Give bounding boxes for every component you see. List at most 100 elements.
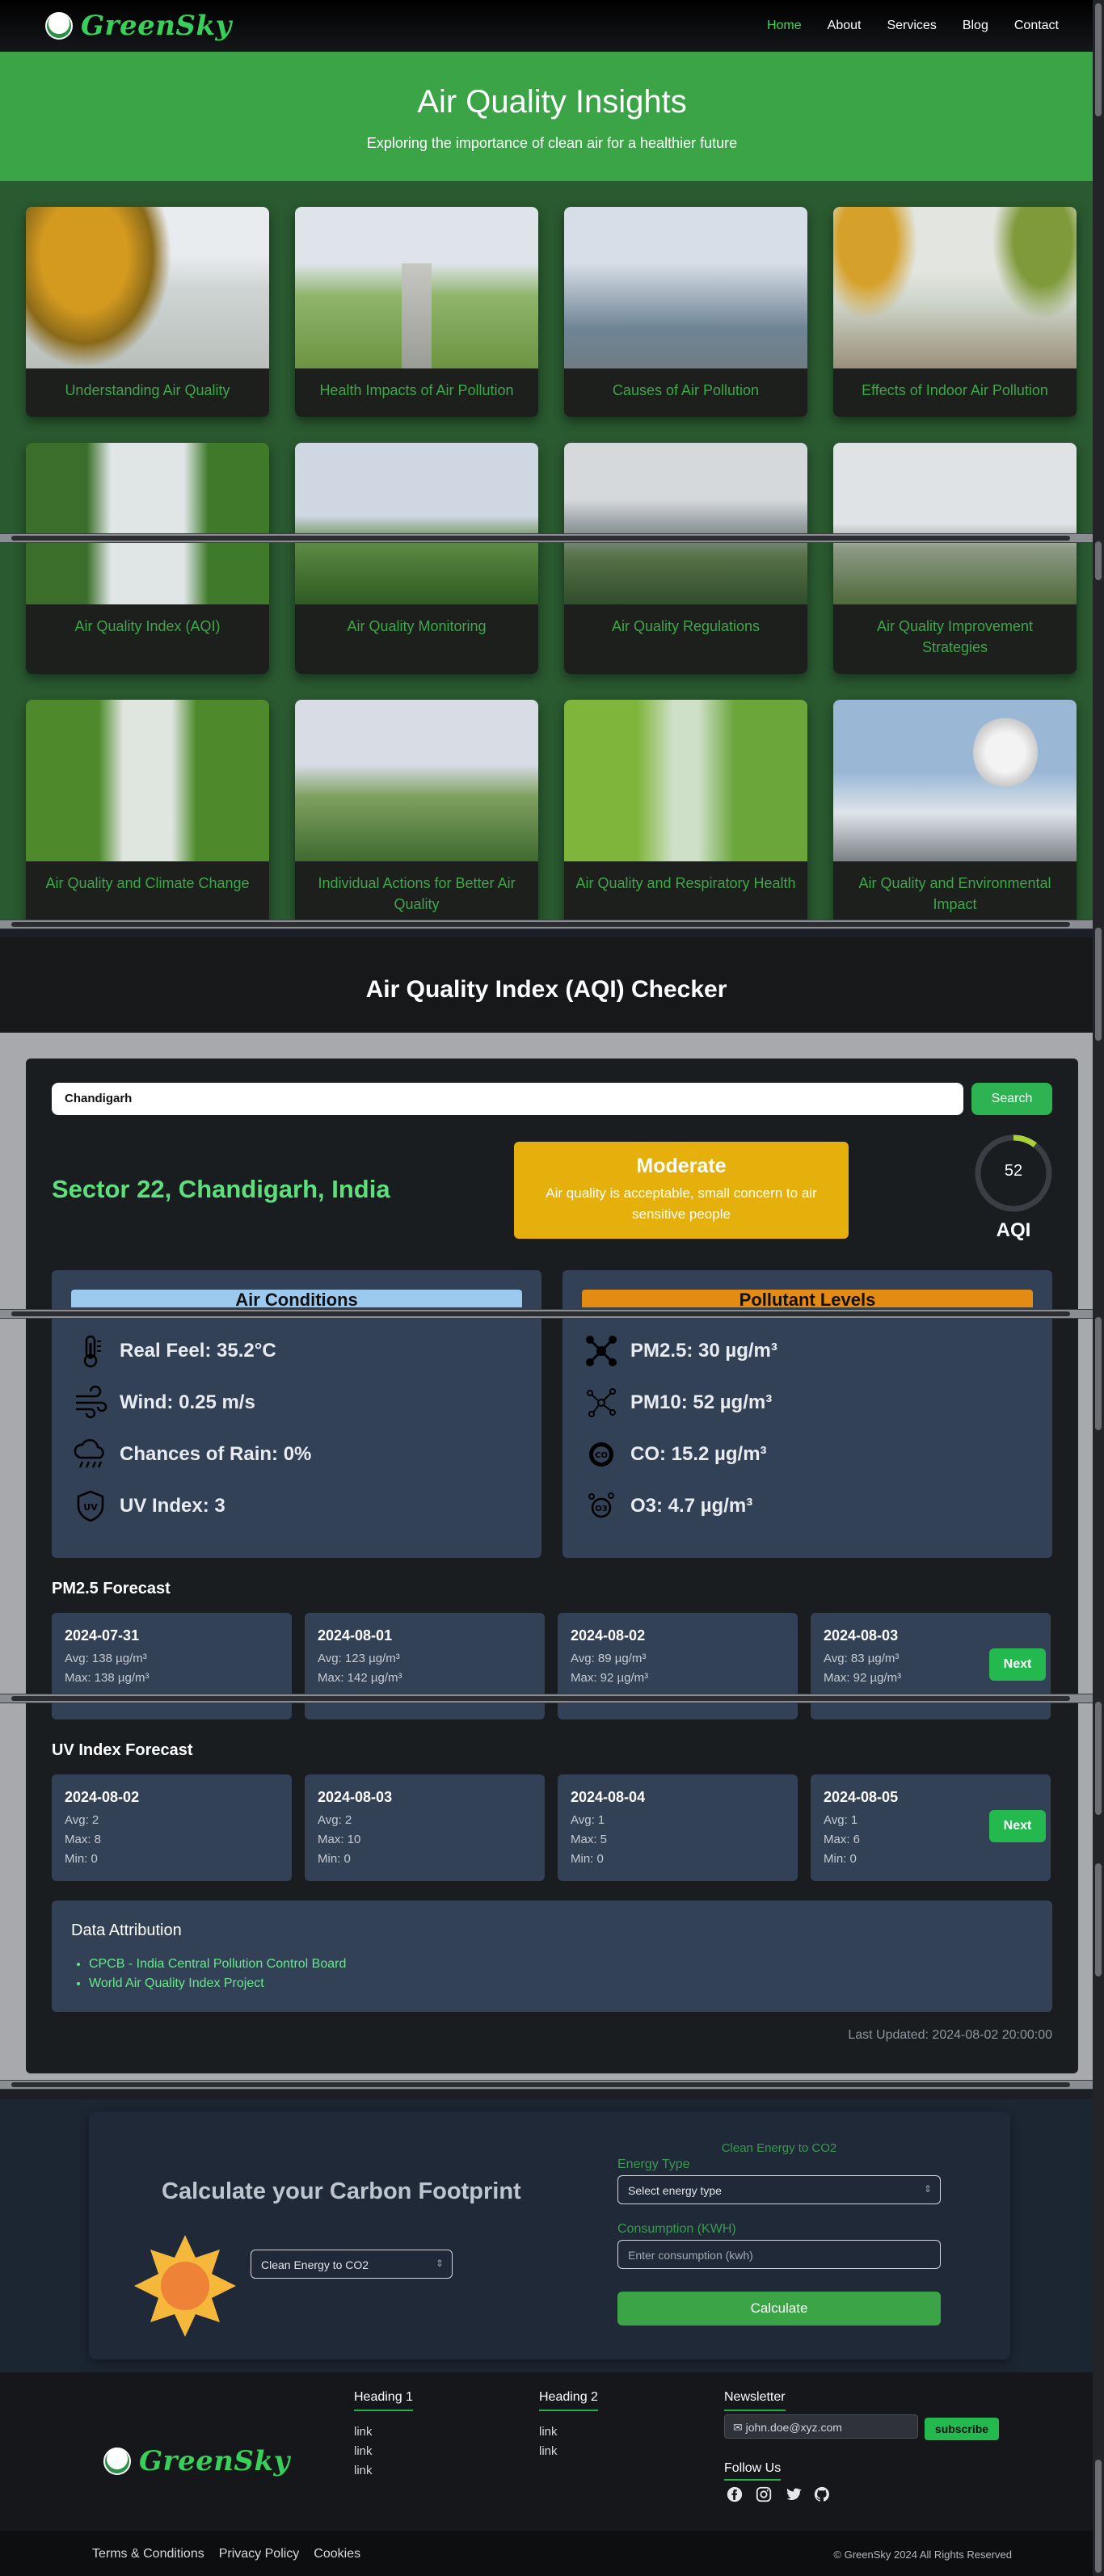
nav-link-services[interactable]: Services	[887, 19, 936, 33]
card-title: Air Quality and Respiratory Health	[575, 875, 796, 891]
consumption-input[interactable]: Enter consumption (kwh)	[617, 2240, 941, 2269]
pm25-forecast-title: PM2.5 Forecast	[52, 1580, 171, 1597]
molecule-icon	[586, 1336, 617, 1366]
vertical-scrollbar[interactable]	[1093, 0, 1104, 2576]
brand-name: GreenSky	[81, 10, 232, 42]
scrollbar-thumb[interactable]	[1095, 541, 1102, 580]
topic-card[interactable]: Understanding Air Quality	[26, 207, 269, 417]
card-title: Air Quality Index (AQI)	[74, 618, 221, 634]
horizontal-scrollbar[interactable]	[0, 533, 1093, 543]
co-value: CO: 15.2 µg/m³	[630, 1443, 767, 1465]
hero-title: Air Quality Insights	[417, 84, 687, 120]
terms-link[interactable]: Terms & Conditions	[92, 2547, 204, 2561]
horizontal-scrollbar[interactable]	[0, 1309, 1093, 1319]
list-item: Chances of Rain: 0%	[73, 1429, 311, 1480]
forecast-card: 2024-07-31 Avg: 138 µg/m³ Max: 138 µg/m³	[52, 1613, 292, 1719]
horizontal-scrollbar[interactable]	[0, 2080, 1093, 2090]
attribution-link-cpcb[interactable]: CPCB - India Central Pollution Control B…	[89, 1955, 1033, 1974]
scrollbar-thumb[interactable]	[1095, 1317, 1102, 1430]
air-conditions-list: Real Feel: 35.2°C Wind: 0.25 m/s Chances…	[73, 1325, 311, 1532]
forecast-card: 2024-08-01 Avg: 123 µg/m³ Max: 142 µg/m³	[305, 1613, 545, 1719]
pm25-next-button[interactable]: Next	[989, 1648, 1046, 1681]
card-image	[564, 700, 807, 861]
forecast-date: 2024-08-05	[824, 1789, 899, 1805]
nav-link-about[interactable]: About	[828, 19, 862, 33]
newsletter-heading: Newsletter	[724, 2390, 786, 2411]
logo-icon	[103, 2448, 131, 2475]
energy-type-select[interactable]: Select energy type	[617, 2175, 941, 2204]
forecast-date: 2024-08-02	[65, 1789, 140, 1805]
horizontal-scrollbar[interactable]	[0, 920, 1093, 929]
nav-link-contact[interactable]: Contact	[1014, 19, 1059, 33]
footer-link[interactable]: link	[354, 2442, 413, 2461]
forecast-card: 2024-08-02 Avg: 89 µg/m³ Max: 92 µg/m³	[558, 1613, 798, 1719]
footer-link[interactable]: link	[354, 2422, 413, 2442]
hero-banner: Air Quality Insights Exploring the impor…	[0, 52, 1104, 181]
instagram-icon[interactable]	[755, 2486, 773, 2503]
svg-text:UV: UV	[83, 1502, 98, 1513]
topic-card[interactable]: Air Quality and Environmental Impact	[833, 700, 1077, 929]
topic-card[interactable]: Air Quality Index (AQI)	[26, 443, 269, 674]
topic-card[interactable]: Air Quality Regulations	[564, 443, 807, 674]
aqi-section-header: Air Quality Index (AQI) Checker	[0, 937, 1093, 1033]
footer-link[interactable]: link	[354, 2461, 413, 2481]
footer-link[interactable]: link	[539, 2442, 598, 2461]
privacy-link[interactable]: Privacy Policy	[219, 2547, 300, 2561]
scrollbar-thumb[interactable]	[1095, 1702, 1102, 1815]
ozone-icon: O3	[588, 1492, 614, 1518]
footer-logo[interactable]: GreenSky	[103, 2445, 290, 2477]
conversion-type-select[interactable]: Clean Energy to CO2	[251, 2250, 453, 2279]
aqi-status-description: Air quality is acceptable, small concern…	[546, 1185, 817, 1222]
search-row: Chandigarh Search	[52, 1083, 1052, 1115]
subscribe-button[interactable]: subscribe	[925, 2418, 999, 2440]
list-item: O3 O3: 4.7 µg/m³	[584, 1480, 777, 1532]
thermometer-icon	[83, 1335, 101, 1368]
scrollbar-thumb[interactable]	[1095, 1863, 1102, 1976]
forecast-avg: Avg: 1	[571, 1813, 605, 1827]
topic-card[interactable]: Air Quality Improvement Strategies	[833, 443, 1077, 674]
topic-card[interactable]: Air Quality and Climate Change	[26, 700, 269, 929]
search-button[interactable]: Search	[971, 1083, 1052, 1115]
forecast-date: 2024-08-04	[571, 1789, 646, 1805]
twitter-icon[interactable]	[784, 2486, 802, 2503]
topic-card[interactable]: Air Quality and Respiratory Health	[564, 700, 807, 929]
topic-card[interactable]: Effects of Indoor Air Pollution	[833, 207, 1077, 417]
scrollbar-thumb[interactable]	[1095, 3, 1102, 116]
topic-card[interactable]: Causes of Air Pollution	[564, 207, 807, 417]
attribution-link-waqi[interactable]: World Air Quality Index Project	[89, 1974, 1033, 1993]
card-title: Air Quality and Environmental Impact	[858, 875, 1051, 912]
scrollbar-thumb[interactable]	[1095, 928, 1102, 1041]
scrollbar-thumb[interactable]	[1095, 2460, 1102, 2573]
cookies-link[interactable]: Cookies	[314, 2547, 360, 2561]
uv-next-button[interactable]: Next	[989, 1810, 1046, 1842]
uv-shield-icon: UV	[77, 1490, 104, 1522]
city-search-input[interactable]: Chandigarh	[52, 1083, 963, 1115]
real-feel-value: Real Feel: 35.2°C	[120, 1340, 276, 1362]
forecast-min: Min: 0	[571, 1852, 604, 1866]
pm10-value: PM10: 52 µg/m³	[630, 1391, 773, 1413]
facebook-icon[interactable]	[726, 2486, 744, 2503]
topic-card[interactable]: Air Quality Monitoring	[295, 443, 538, 674]
aqi-value: 52	[1004, 1162, 1023, 1180]
topic-card[interactable]: Individual Actions for Better Air Qualit…	[295, 700, 538, 929]
github-icon[interactable]	[813, 2486, 831, 2503]
pm25-value: PM2.5: 30 µg/m³	[630, 1340, 777, 1362]
newsletter-email-input[interactable]: ✉ john.doe@xyz.com	[724, 2414, 918, 2439]
card-image	[26, 700, 269, 861]
brand-logo[interactable]: GreenSky	[45, 10, 232, 42]
topic-card[interactable]: Health Impacts of Air Pollution	[295, 207, 538, 417]
calculate-button[interactable]: Calculate	[617, 2292, 941, 2326]
forecast-card: 2024-08-03 Avg: 2 Max: 10 Min: 0	[305, 1774, 545, 1881]
uv-forecast-row: 2024-08-02 Avg: 2 Max: 8 Min: 0 2024-08-03 A…	[52, 1774, 1052, 1881]
copyright: © GreenSky 2024 All Rights Reserved	[833, 2549, 1012, 2561]
footer-link[interactable]: link	[539, 2422, 598, 2442]
horizontal-scrollbar[interactable]	[0, 1694, 1093, 1703]
forecast-card: 2024-08-04 Avg: 1 Max: 5 Min: 0	[558, 1774, 798, 1881]
rain-chance-value: Chances of Rain: 0%	[120, 1443, 312, 1465]
nav-link-home[interactable]: Home	[767, 19, 802, 33]
nav-link-blog[interactable]: Blog	[963, 19, 988, 33]
card-image	[564, 207, 807, 368]
particles-icon	[587, 1388, 616, 1417]
hero-subtitle: Exploring the importance of clean air fo…	[366, 135, 738, 151]
attribution-title: Data Attribution	[71, 1921, 182, 1939]
